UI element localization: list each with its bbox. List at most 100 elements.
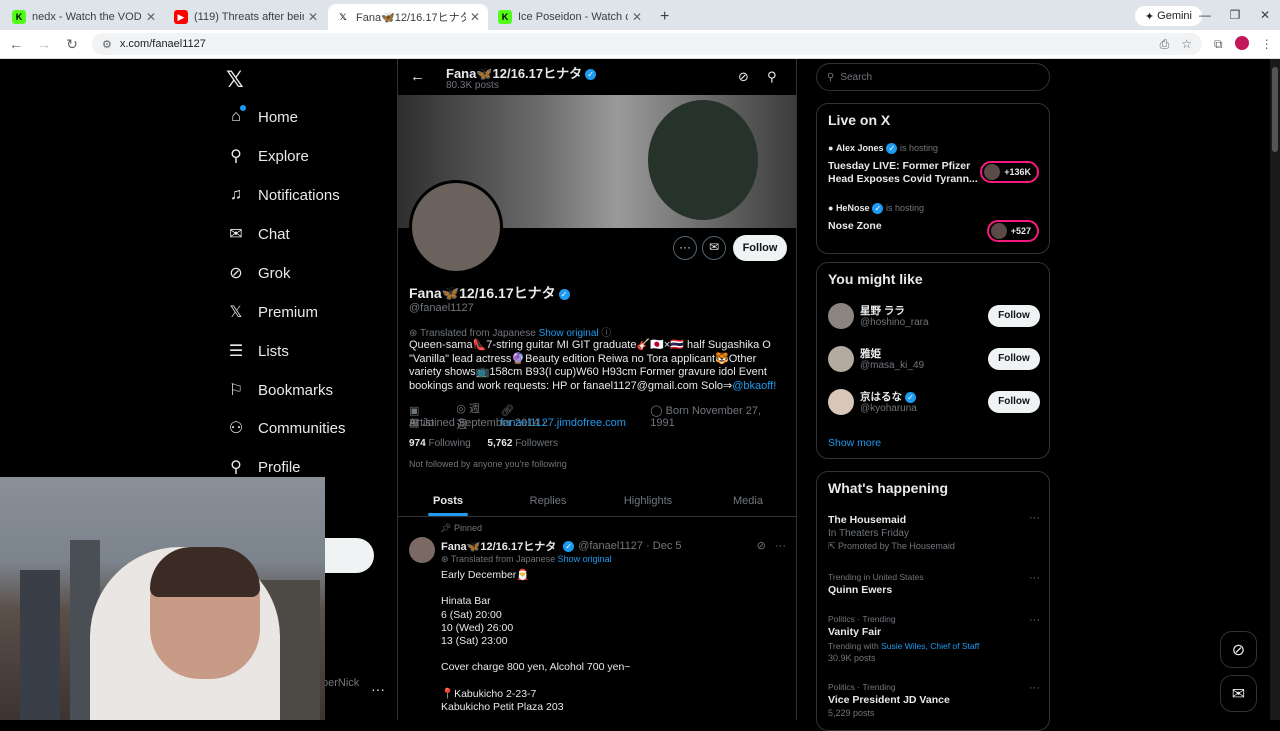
reload-icon[interactable]: ↻: [60, 36, 84, 53]
live-listener-count[interactable]: +527: [986, 220, 1039, 242]
nav-profile[interactable]: ⚲ Profile: [226, 457, 300, 477]
url-text[interactable]: x.com/fanael1127: [120, 38, 1148, 50]
message-button[interactable]: ✉: [702, 236, 726, 260]
follow-button[interactable]: Follow: [733, 235, 787, 261]
follow-button[interactable]: Follow: [988, 348, 1040, 370]
live-host-row[interactable]: ● HeNose ✓ is hosting: [828, 203, 924, 215]
forward-icon[interactable]: →: [32, 36, 56, 52]
more-icon[interactable]: ···: [775, 540, 786, 552]
you-might-like-card: You might like 星野 ララ @hoshino_rara Follow …: [816, 262, 1050, 459]
post-show-original-link[interactable]: Show original: [558, 554, 612, 564]
new-tab-button[interactable]: +: [652, 4, 677, 30]
profile-avatar[interactable]: [409, 180, 503, 274]
nav-communities[interactable]: ⚇ Communities: [226, 418, 346, 438]
nav-bookmarks[interactable]: ⚐ Bookmarks: [226, 380, 333, 400]
grok-icon[interactable]: ⊘: [738, 69, 749, 85]
nav-grok[interactable]: ⊘ Grok: [226, 263, 290, 283]
extensions-icon[interactable]: ⧉: [1214, 37, 1223, 52]
close-icon[interactable]: ✕: [146, 10, 156, 24]
more-icon[interactable]: ···: [1029, 512, 1040, 524]
live-host-row[interactable]: ● Alex Jones ✓ is hosting: [828, 143, 938, 155]
scrollbar-thumb[interactable]: [1272, 67, 1278, 152]
show-more-link[interactable]: Show more: [828, 437, 881, 449]
more-icon[interactable]: ···: [1029, 572, 1040, 584]
trending-with-link[interactable]: Susie Wiles, Chief of Staff: [881, 641, 979, 651]
live-card-title: Live on X: [828, 112, 891, 128]
nav-premium[interactable]: 𝕏 Premium: [226, 302, 318, 322]
search-icon[interactable]: ⚲: [767, 69, 777, 85]
live-title[interactable]: Tuesday LIVE: Former Pfizer Head Exposes…: [828, 160, 978, 186]
address-bar[interactable]: ⚙ x.com/fanael1127 ⎙ ☆: [92, 33, 1202, 55]
live-listener-count[interactable]: +136K: [980, 161, 1039, 183]
x-logo-icon[interactable]: 𝕏: [226, 67, 244, 93]
nav-label: Bookmarks: [258, 381, 334, 399]
post-avatar[interactable]: [409, 537, 435, 563]
suggestion-avatar: [828, 389, 854, 415]
show-original-link[interactable]: Show original: [539, 328, 599, 339]
live-on-x-card: Live on X ● Alex Jones ✓ is hosting Tuesd…: [816, 103, 1050, 254]
follow-button[interactable]: Follow: [988, 391, 1040, 413]
profile-handle: @fanael1127: [409, 302, 474, 314]
back-icon[interactable]: ←: [4, 36, 28, 52]
more-icon[interactable]: ···: [1029, 614, 1040, 626]
menu-icon[interactable]: ⋮: [1261, 37, 1273, 51]
more-icon[interactable]: ···: [371, 681, 385, 697]
page-scrollbar[interactable]: [1270, 59, 1280, 720]
suggestion-row[interactable]: 星野 ララ @hoshino_rara Follow: [828, 301, 1040, 333]
trend-item[interactable]: Trending in United States Quinn Ewers ··…: [828, 572, 1040, 596]
grok-float-button[interactable]: ⊘: [1220, 631, 1257, 668]
live-title[interactable]: Nose Zone: [828, 220, 978, 233]
close-icon[interactable]: ✕: [632, 10, 642, 24]
trend-item[interactable]: The Housemaid In Theaters Friday ⇱ Promo…: [828, 512, 1040, 552]
post-button[interactable]: [325, 538, 374, 573]
tab-highlights[interactable]: Highlights: [598, 486, 698, 516]
suggestion-row[interactable]: 雅姫 @masa_ki_49 Follow: [828, 344, 1040, 376]
nav-lists[interactable]: ☰ Lists: [226, 341, 289, 361]
browser-tab-active[interactable]: 𝕏 Fana🦋12/16.17ヒナタ (@fanae ✕: [328, 4, 488, 30]
close-icon[interactable]: ✕: [308, 10, 318, 24]
post-date[interactable]: · Dec 5: [646, 540, 681, 552]
verified-icon: ✓: [872, 203, 884, 215]
restore-icon[interactable]: ❐: [1220, 0, 1250, 30]
pinned-post[interactable]: 📌︎ Pinned Fana🦋12/16.17ヒナタ ✓ @fanael1127 …: [398, 517, 796, 720]
back-arrow-icon[interactable]: ←: [410, 68, 425, 85]
minimize-icon[interactable]: —: [1190, 0, 1220, 30]
nav-home[interactable]: ⌂ Home: [226, 105, 298, 127]
browser-tab[interactable]: K nedx - Watch the VOD on Kick ✕: [4, 4, 164, 30]
tab-media[interactable]: Media: [698, 486, 796, 516]
nav-explore[interactable]: ⚲ Explore: [226, 146, 309, 166]
trend-item[interactable]: Politics · Trending Vice President JD Va…: [828, 682, 1040, 718]
followers-link[interactable]: 5,762 Followers: [487, 438, 558, 449]
bookmark-star-icon[interactable]: ☆: [1181, 37, 1192, 51]
nav-notifications[interactable]: ♫ Notifications: [226, 185, 340, 205]
nav-label: Notifications: [258, 186, 340, 204]
browser-tab[interactable]: K Ice Poseidon - Watch clips on K ✕: [490, 4, 650, 30]
post-author-name[interactable]: Fana🦋12/16.17ヒナタ: [441, 538, 556, 554]
install-icon[interactable]: ⎙: [1160, 37, 1170, 52]
born-text: Born November 27, 1991: [650, 404, 762, 429]
tab-posts[interactable]: Posts: [398, 486, 498, 516]
bio-mention-link[interactable]: @bkaoff!: [732, 380, 776, 392]
more-options-button[interactable]: ···: [673, 236, 697, 260]
follow-button[interactable]: Follow: [988, 305, 1040, 327]
search-input[interactable]: ⚲ Search: [816, 63, 1050, 91]
translate-icon: ⊛: [441, 554, 451, 564]
nav-chat[interactable]: ✉ Chat: [226, 224, 289, 244]
suggestion-name: 京はるな ✓: [860, 389, 916, 404]
account-switcher[interactable]: perNick: [322, 677, 359, 689]
tab-replies[interactable]: Replies: [498, 486, 598, 516]
profile-joined[interactable]: ▦ Joined September 2014 ›: [409, 416, 546, 429]
close-icon[interactable]: ✕: [470, 10, 480, 24]
trend-title: Quinn Ewers: [828, 584, 893, 596]
trend-item[interactable]: Politics · Trending Vanity Fair Trending…: [828, 614, 1040, 663]
following-link[interactable]: 974 Following: [409, 438, 471, 449]
window-close-icon[interactable]: ✕: [1250, 0, 1280, 30]
messages-float-button[interactable]: ✉: [1220, 675, 1257, 712]
post-author-handle[interactable]: @fanael1127: [578, 540, 643, 552]
grok-icon[interactable]: ⊘: [757, 540, 766, 552]
browser-tab[interactable]: ▶ (119) Threats after being assau ✕: [166, 4, 326, 30]
profile-avatar[interactable]: [1234, 35, 1249, 53]
suggestion-row[interactable]: 京はるな ✓ @kyoharuna Follow: [828, 387, 1040, 419]
site-info-icon[interactable]: ⚙: [102, 38, 112, 51]
more-icon[interactable]: ···: [1029, 682, 1040, 694]
